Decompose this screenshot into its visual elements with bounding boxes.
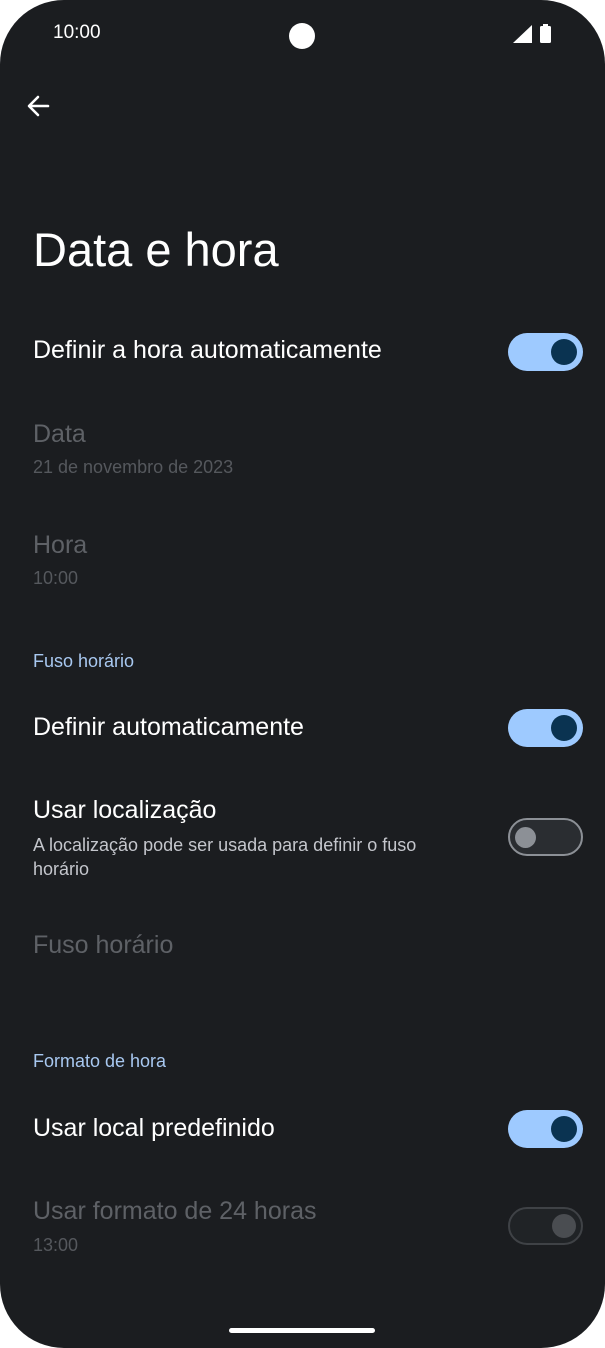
auto-time-label: Definir a hora automaticamente — [33, 336, 382, 364]
format-24h-value: 13:00 — [33, 1235, 79, 1255]
time-value: 10:00 — [33, 568, 79, 588]
toggle-knob — [551, 339, 577, 365]
date-value: 21 de novembro de 2023 — [33, 457, 234, 477]
gesture-home-bar[interactable] — [229, 1328, 375, 1333]
format-24h-toggle — [508, 1207, 583, 1245]
time-label: Hora — [33, 531, 88, 559]
format-24h-label: Usar formato de 24 horas — [33, 1197, 317, 1225]
camera-cutout — [289, 23, 315, 49]
use-location-toggle[interactable] — [508, 818, 583, 856]
use-location-description: A localização pode ser usada para defini… — [33, 835, 417, 879]
date-label: Data — [33, 420, 86, 448]
locale-default-toggle[interactable] — [508, 1110, 583, 1148]
cellular-signal-icon — [513, 25, 532, 43]
auto-timezone-toggle[interactable] — [508, 709, 583, 747]
toggle-knob — [551, 1116, 577, 1142]
locale-default-label: Usar local predefinido — [33, 1114, 275, 1142]
timezone-section-header: Fuso horário — [33, 651, 135, 671]
battery-icon — [540, 24, 551, 43]
phone-screen: 10:00 Data e hora Definir a hora automat… — [0, 0, 605, 1348]
timezone-label: Fuso horário — [33, 931, 174, 959]
auto-time-toggle[interactable] — [508, 333, 583, 371]
page-title: Data e hora — [33, 223, 279, 276]
status-bar: 10:00 — [0, 0, 605, 70]
toggle-knob — [551, 715, 577, 741]
back-arrow-icon[interactable] — [22, 90, 54, 122]
toggle-knob — [552, 1214, 576, 1238]
use-location-label: Usar localização — [33, 796, 217, 824]
status-time: 10:00 — [53, 22, 101, 43]
format-section-header: Formato de hora — [33, 1051, 167, 1071]
toggle-knob — [515, 826, 536, 848]
auto-timezone-label: Definir automaticamente — [33, 713, 304, 741]
